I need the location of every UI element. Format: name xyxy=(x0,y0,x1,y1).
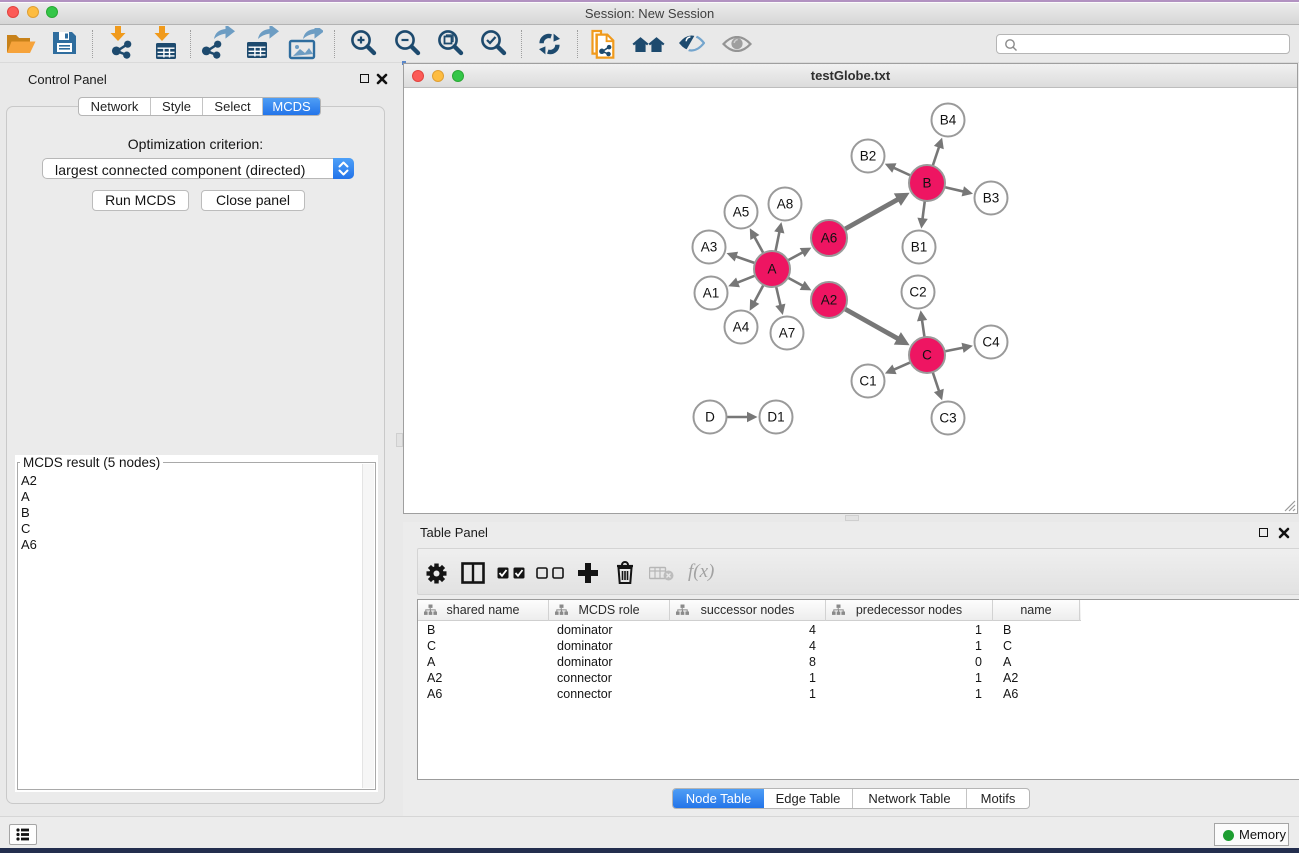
svg-text:A3: A3 xyxy=(701,240,718,255)
svg-text:B2: B2 xyxy=(860,149,877,164)
svg-text:A4: A4 xyxy=(733,320,750,335)
svg-text:B3: B3 xyxy=(983,191,1000,206)
svg-text:C2: C2 xyxy=(909,285,926,300)
svg-text:A2: A2 xyxy=(821,293,838,308)
svg-text:C: C xyxy=(922,348,932,363)
svg-text:C3: C3 xyxy=(939,411,956,426)
svg-text:B4: B4 xyxy=(940,113,957,128)
svg-text:D: D xyxy=(705,410,715,425)
svg-text:A1: A1 xyxy=(703,286,720,301)
svg-text:A7: A7 xyxy=(779,326,796,341)
svg-text:A5: A5 xyxy=(733,205,750,220)
svg-text:B1: B1 xyxy=(911,240,928,255)
svg-text:A8: A8 xyxy=(777,197,794,212)
svg-text:C1: C1 xyxy=(859,374,876,389)
svg-text:C4: C4 xyxy=(982,335,1000,350)
svg-text:B: B xyxy=(922,176,931,191)
svg-text:D1: D1 xyxy=(767,410,784,425)
svg-text:A: A xyxy=(767,262,776,277)
svg-text:A6: A6 xyxy=(821,231,838,246)
